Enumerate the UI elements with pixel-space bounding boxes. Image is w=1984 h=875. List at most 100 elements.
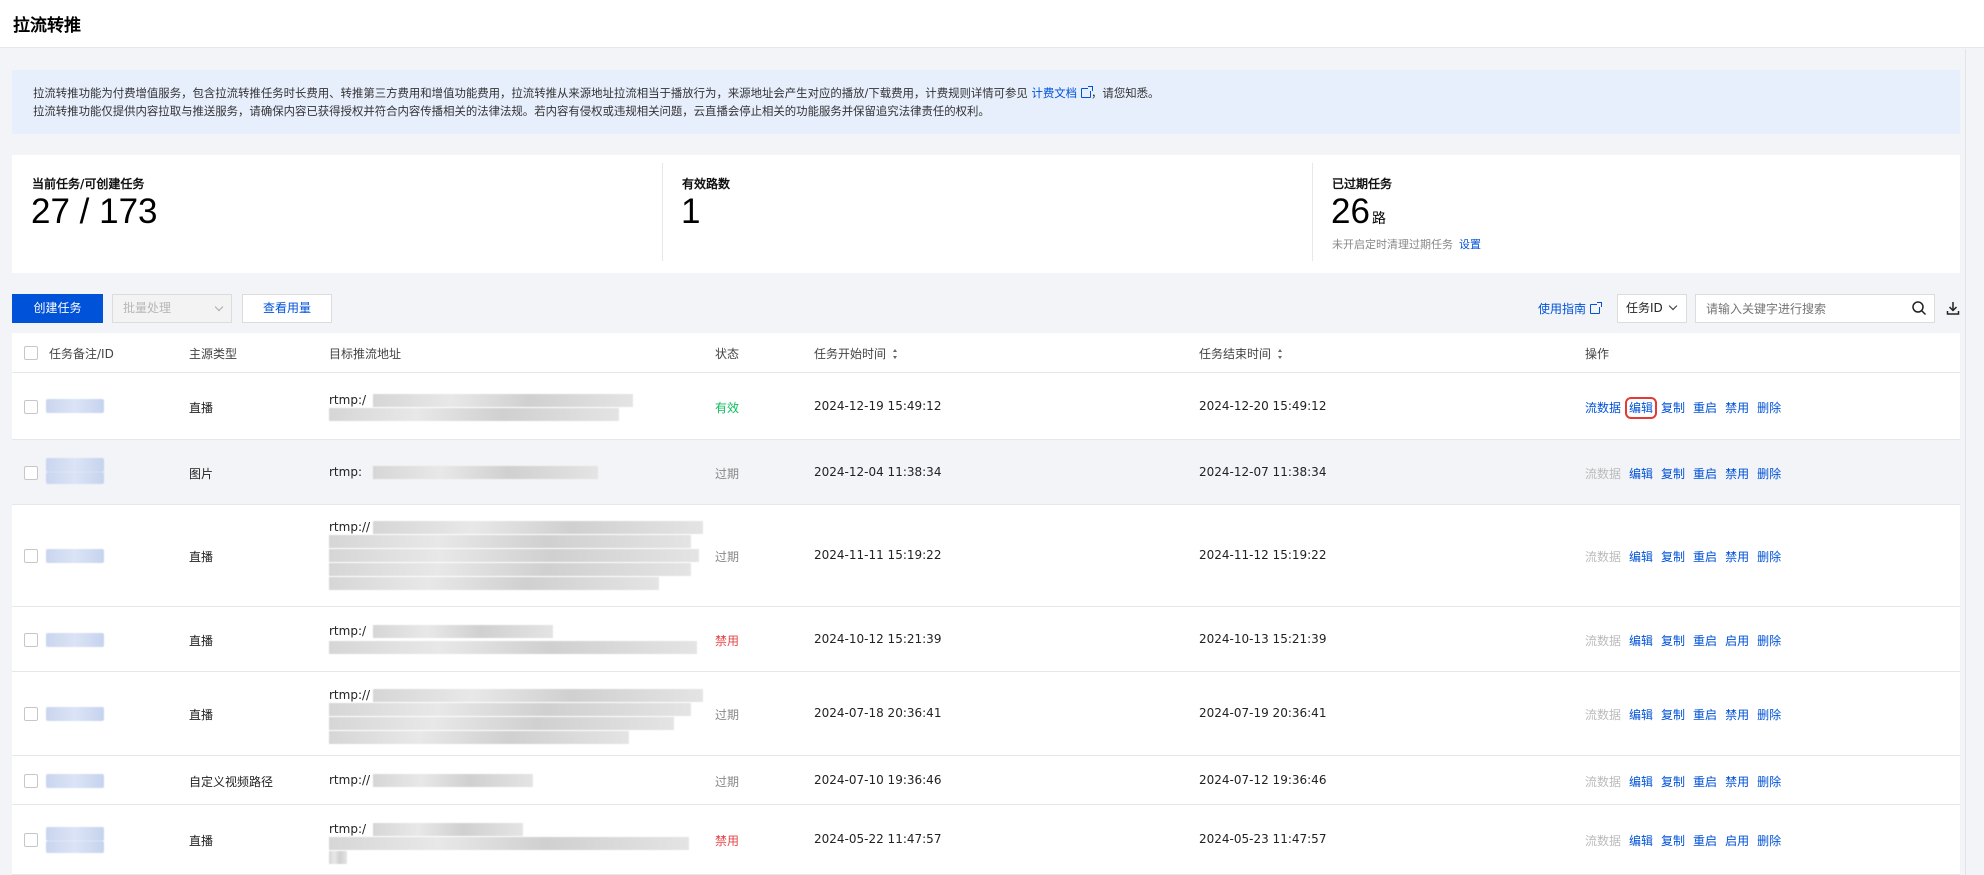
row-checkbox[interactable] bbox=[24, 707, 38, 721]
restart-link[interactable]: 重启 bbox=[1693, 834, 1717, 848]
target-url-redacted bbox=[329, 408, 619, 421]
stream-data-link[interactable]: 流数据 bbox=[1585, 401, 1621, 415]
row-actions: 流数据 编辑 复制 重启 禁用 删除 bbox=[1585, 706, 1789, 723]
table-row: 直播 rtmp:// 过期 2024-11-11 15:19:22 2024-11-12… bbox=[12, 505, 1960, 607]
row-checkbox[interactable] bbox=[24, 632, 38, 647]
target-url-redacted bbox=[329, 640, 697, 654]
edit-link[interactable]: 编辑 bbox=[1625, 397, 1658, 419]
task-id-redacted[interactable] bbox=[46, 707, 104, 721]
start-time: 2024-12-04 11:38:34 bbox=[814, 464, 942, 479]
row-checkbox[interactable] bbox=[24, 833, 38, 847]
target-url-redacted bbox=[373, 823, 523, 836]
search-field-label: 任务ID bbox=[1626, 301, 1663, 315]
task-id-redacted[interactable] bbox=[46, 549, 104, 563]
edit-link[interactable]: 编辑 bbox=[1629, 708, 1653, 722]
toggle-link[interactable]: 启用 bbox=[1725, 834, 1749, 848]
task-id-redacted[interactable] bbox=[46, 827, 104, 841]
row-actions: 流数据 编辑 复制 重启 启用 删除 bbox=[1585, 632, 1789, 649]
edit-link[interactable]: 编辑 bbox=[1629, 634, 1653, 648]
task-table: 任务备注/ID 主源类型 目标推流地址 状态 任务开始时间 任务结束时间 操作 … bbox=[12, 333, 1960, 875]
restart-link[interactable]: 重启 bbox=[1693, 708, 1717, 722]
delete-link[interactable]: 删除 bbox=[1757, 401, 1781, 415]
delete-link[interactable]: 删除 bbox=[1757, 775, 1781, 789]
download-icon[interactable] bbox=[1945, 300, 1961, 316]
delete-link[interactable]: 删除 bbox=[1757, 834, 1781, 848]
row-checkbox[interactable] bbox=[24, 400, 38, 414]
target-url-redacted bbox=[329, 731, 629, 744]
view-usage-button[interactable]: 查看用量 bbox=[242, 294, 332, 323]
billing-doc-link[interactable]: 计费文档 bbox=[1031, 86, 1094, 100]
source-type: 直播 bbox=[189, 550, 214, 564]
copy-link[interactable]: 复制 bbox=[1661, 401, 1685, 415]
restart-link[interactable]: 重启 bbox=[1693, 775, 1717, 789]
toggle-link[interactable]: 禁用 bbox=[1725, 401, 1749, 415]
delete-link[interactable]: 删除 bbox=[1757, 467, 1781, 481]
toggle-link[interactable]: 禁用 bbox=[1725, 550, 1749, 564]
external-link-icon bbox=[1590, 302, 1603, 314]
col-end-time[interactable]: 任务结束时间 bbox=[1199, 345, 1283, 362]
stream-data-link[interactable]: 流数据 bbox=[1585, 775, 1621, 789]
row-checkbox[interactable] bbox=[24, 465, 38, 480]
end-time: 2024-10-13 15:21:39 bbox=[1199, 631, 1327, 646]
toggle-link[interactable]: 禁用 bbox=[1725, 467, 1749, 481]
col-start-time[interactable]: 任务开始时间 bbox=[814, 345, 898, 362]
toggle-link[interactable]: 禁用 bbox=[1725, 708, 1749, 722]
stat-expired-label: 已过期任务 bbox=[1332, 177, 1393, 191]
edit-link[interactable]: 编辑 bbox=[1629, 550, 1653, 564]
search-input[interactable] bbox=[1695, 294, 1935, 323]
edit-link[interactable]: 编辑 bbox=[1629, 834, 1653, 848]
row-actions: 流数据 编辑 复制 重启 禁用 删除 bbox=[1585, 773, 1789, 790]
cleanup-settings-link[interactable]: 设置 bbox=[1459, 238, 1481, 251]
delete-link[interactable]: 删除 bbox=[1757, 634, 1781, 648]
target-url-prefix: rtmp:/ bbox=[329, 623, 367, 638]
stream-data-link[interactable]: 流数据 bbox=[1585, 550, 1621, 564]
stream-data-link[interactable]: 流数据 bbox=[1585, 708, 1621, 722]
task-id-redacted[interactable] bbox=[46, 841, 104, 853]
task-id-redacted[interactable] bbox=[46, 773, 104, 788]
toggle-link[interactable]: 启用 bbox=[1725, 634, 1749, 648]
task-id-redacted[interactable] bbox=[46, 399, 104, 413]
create-task-button[interactable]: 创建任务 bbox=[12, 294, 103, 323]
row-checkbox[interactable] bbox=[24, 773, 38, 788]
stats-panel: 当前任务/可创建任务 27 / 173 有效路数 1 已过期任务 26 路 未开启… bbox=[12, 155, 1960, 273]
edit-link[interactable]: 编辑 bbox=[1629, 467, 1653, 481]
source-type: 直播 bbox=[189, 401, 214, 415]
end-time: 2024-12-20 15:49:12 bbox=[1199, 399, 1327, 413]
stream-data-link[interactable]: 流数据 bbox=[1585, 834, 1621, 848]
restart-link[interactable]: 重启 bbox=[1693, 634, 1717, 648]
target-url-redacted bbox=[329, 535, 691, 548]
toggle-link[interactable]: 禁用 bbox=[1725, 775, 1749, 789]
target-url-redacted bbox=[329, 717, 674, 730]
task-id-redacted[interactable] bbox=[46, 457, 104, 472]
row-checkbox[interactable] bbox=[24, 549, 38, 563]
page-title: 拉流转推 bbox=[13, 16, 81, 36]
scrollbar-track[interactable] bbox=[1965, 49, 1966, 875]
restart-link[interactable]: 重启 bbox=[1693, 467, 1717, 481]
end-time: 2024-11-12 15:19:22 bbox=[1199, 548, 1327, 562]
target-url-redacted bbox=[329, 563, 691, 576]
copy-link[interactable]: 复制 bbox=[1661, 467, 1685, 481]
restart-link[interactable]: 重启 bbox=[1693, 401, 1717, 415]
copy-link[interactable]: 复制 bbox=[1661, 775, 1685, 789]
copy-link[interactable]: 复制 bbox=[1661, 550, 1685, 564]
search-icon[interactable] bbox=[1911, 300, 1927, 316]
user-guide-link[interactable]: 使用指南 bbox=[1538, 300, 1603, 317]
chevron-down-icon bbox=[214, 302, 224, 312]
copy-link[interactable]: 复制 bbox=[1661, 834, 1685, 848]
stream-data-link[interactable]: 流数据 bbox=[1585, 634, 1621, 648]
delete-link[interactable]: 删除 bbox=[1757, 550, 1781, 564]
edit-link[interactable]: 编辑 bbox=[1629, 775, 1653, 789]
stat-expired-number: 26 bbox=[1331, 192, 1370, 231]
select-all-checkbox[interactable] bbox=[24, 346, 38, 360]
task-id-redacted[interactable] bbox=[46, 471, 104, 484]
copy-link[interactable]: 复制 bbox=[1661, 708, 1685, 722]
search-field-select[interactable]: 任务ID bbox=[1617, 294, 1687, 323]
start-time: 2024-12-19 15:49:12 bbox=[814, 399, 942, 413]
restart-link[interactable]: 重启 bbox=[1693, 550, 1717, 564]
delete-link[interactable]: 删除 bbox=[1757, 708, 1781, 722]
task-id-redacted[interactable] bbox=[46, 632, 104, 647]
stream-data-link[interactable]: 流数据 bbox=[1585, 467, 1621, 481]
batch-action-select[interactable]: 批量处理 bbox=[112, 294, 232, 323]
copy-link[interactable]: 复制 bbox=[1661, 634, 1685, 648]
target-url-redacted bbox=[373, 394, 633, 407]
